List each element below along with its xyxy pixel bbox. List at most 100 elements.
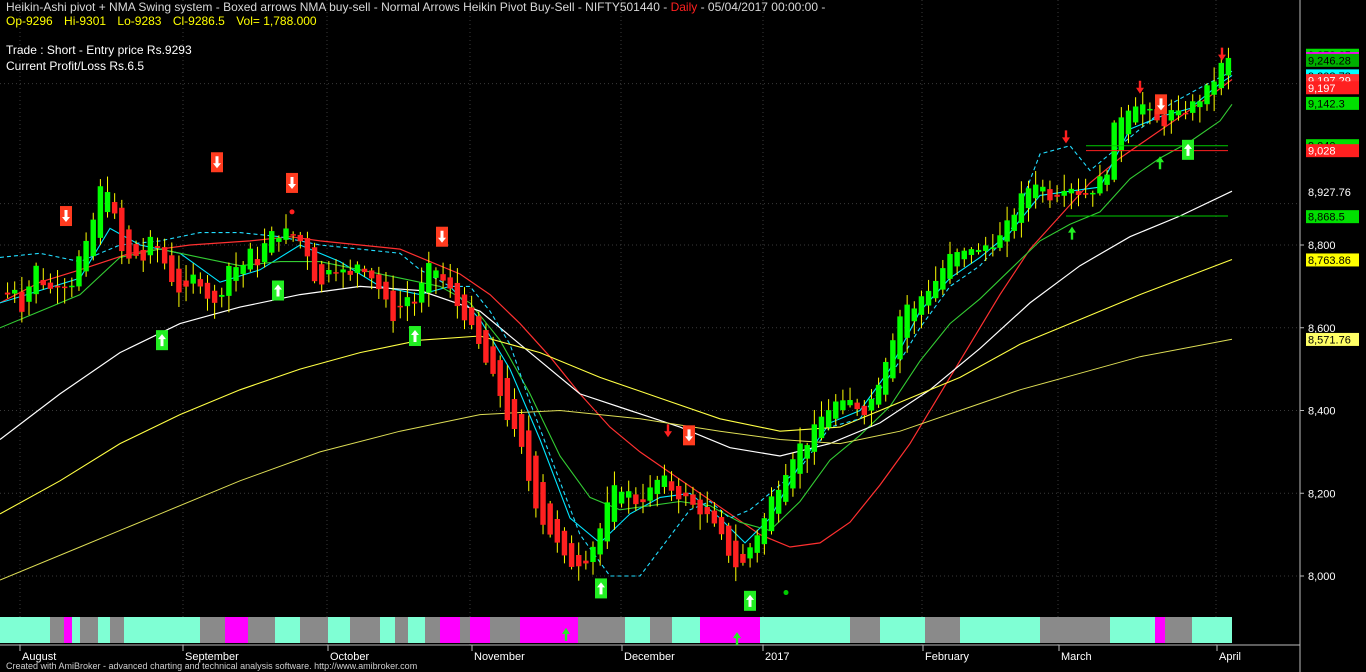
ribbon-segment (672, 617, 700, 643)
candle-body (418, 282, 425, 303)
candle-body (154, 246, 161, 249)
buy-arrow-icon (409, 326, 421, 347)
candle-body (997, 235, 1003, 248)
candle-body (611, 485, 618, 522)
indicator-sma-100 (0, 258, 1233, 515)
candle-body (1104, 174, 1110, 185)
candle-body (1225, 57, 1232, 76)
candle-body (90, 219, 96, 257)
ribbon-segment (72, 617, 80, 643)
buy-arrow-icon (272, 280, 284, 301)
candle-body (433, 270, 439, 278)
candle-body (1054, 194, 1060, 197)
ribbon-segment (470, 617, 490, 643)
candle-body (354, 264, 361, 273)
ribbon-segment (625, 617, 650, 643)
candle-body (625, 491, 632, 498)
sell-arrow-icon (436, 226, 448, 247)
candle-body (961, 250, 967, 260)
candle-body (1147, 108, 1153, 111)
close-value: Cl-9286.5 (172, 14, 225, 28)
candle-body (183, 280, 189, 287)
buy-arrow-icon (1182, 139, 1194, 160)
title-text: Heikin-Ashi pivot + NMA Swing system - B… (6, 0, 668, 14)
ribbon-segment (960, 617, 1040, 643)
candle-body (940, 268, 946, 290)
candle-body (190, 274, 196, 284)
heikin-ashi-candles (4, 47, 1232, 582)
y-tick-label: 8,800 (1308, 240, 1336, 252)
ribbon-segment (440, 617, 460, 643)
ribbon-segment (248, 617, 275, 643)
candle-body (868, 398, 875, 411)
candle-body (661, 475, 668, 487)
price-label: 8,763.86 (1308, 255, 1351, 267)
price-label: 9,142.3 (1308, 98, 1345, 110)
candle-body (161, 247, 168, 264)
candle-body (883, 361, 889, 395)
ribbon-segment (760, 617, 850, 643)
candle-body (1011, 214, 1017, 231)
candle-body (1047, 189, 1053, 201)
candle-body (97, 186, 104, 238)
candle-body (390, 290, 396, 322)
candle-body (518, 414, 525, 447)
candle-body (333, 272, 339, 274)
candle-body (833, 401, 839, 419)
candle-body (540, 482, 546, 525)
candle-body (604, 502, 611, 542)
ribbon-segment (380, 617, 395, 643)
ribbon-segment (300, 617, 328, 643)
candle-body (1182, 112, 1189, 115)
candle-body (904, 304, 910, 338)
candle-body (847, 399, 853, 406)
candle-body (490, 346, 496, 374)
candle-body (1068, 188, 1075, 194)
price-chart[interactable]: 8,0008,2008,4008,6008,8009,258.659,250.5… (0, 0, 1366, 672)
candle-body (226, 265, 232, 296)
price-label: 8,927.76 (1308, 187, 1351, 199)
trade-status: Trade : Short - Entry price Rs.9293 (6, 43, 192, 57)
candle-body (668, 481, 675, 491)
pivot-dot (289, 209, 295, 215)
candle-body (932, 280, 939, 299)
candle-body (347, 270, 353, 275)
candle-body (504, 378, 511, 421)
x-tick-label: February (925, 651, 970, 663)
price-label: 9,197 (1308, 83, 1336, 95)
candle-body (718, 517, 725, 535)
candle-body (261, 243, 268, 263)
candle-body (1082, 193, 1089, 195)
footer-credit: Created with AmiBroker - advanced charti… (6, 661, 418, 671)
ribbon-segment (880, 617, 925, 643)
candle-body (40, 279, 46, 286)
candle-body (654, 479, 660, 495)
candle-body (361, 268, 368, 273)
candle-body (497, 360, 503, 396)
candle-body (240, 264, 246, 274)
arrow-glyph (1136, 80, 1144, 94)
candle-body (304, 238, 311, 257)
candle-body (675, 485, 682, 500)
arrow-glyph (1062, 130, 1070, 144)
candle-body (1175, 110, 1182, 116)
candle-body (204, 282, 211, 299)
price-label: 8,571.76 (1308, 334, 1351, 346)
candle-body (47, 282, 54, 289)
candle-body (975, 249, 982, 253)
candle-body (797, 443, 803, 474)
x-tick-label: April (1219, 651, 1241, 663)
candle-body (119, 207, 125, 252)
y-tick-label: 8,000 (1308, 571, 1336, 583)
candle-body (254, 259, 261, 266)
candle-body (83, 240, 89, 272)
ribbon-segment (50, 617, 64, 643)
candle-body (4, 292, 11, 295)
candle-body (861, 405, 868, 416)
candle-body (326, 269, 332, 275)
candle-body (618, 491, 625, 504)
arrow-glyph (1068, 226, 1076, 240)
candle-body (533, 455, 539, 509)
buy-arrow-icon (595, 578, 607, 599)
candle-body (811, 424, 818, 452)
